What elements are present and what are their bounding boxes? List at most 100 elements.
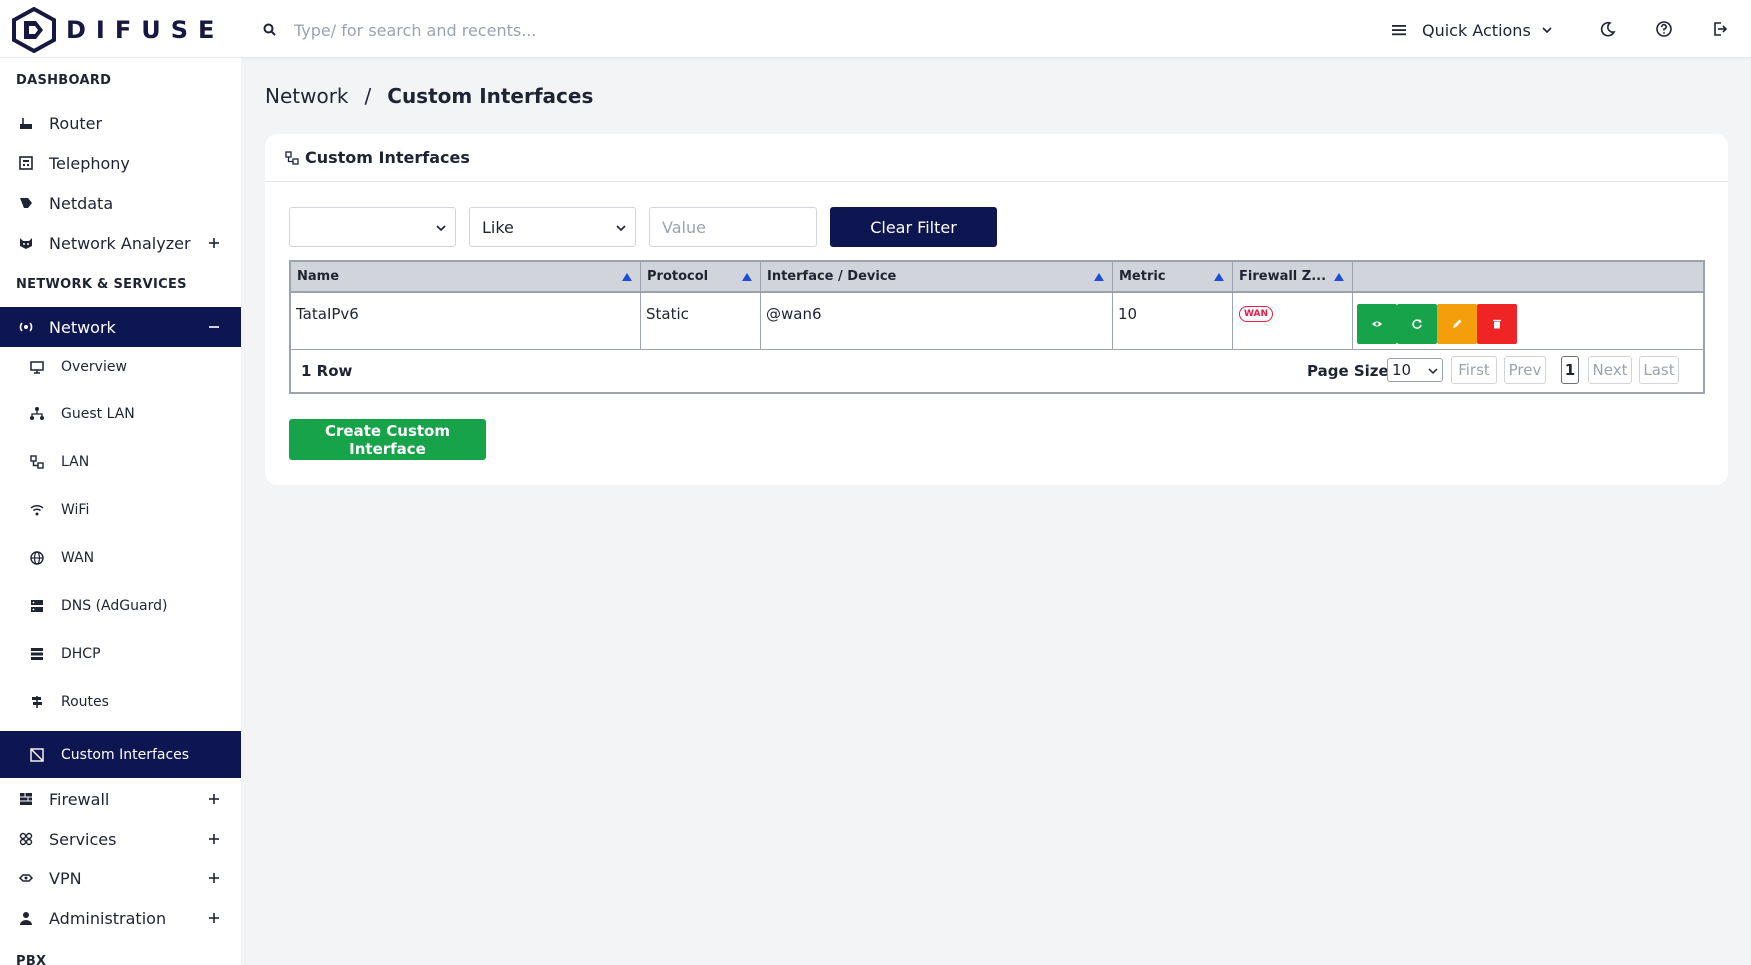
sidebar-item-network[interactable]: Network	[0, 307, 241, 347]
breadcrumb-parent[interactable]: Network	[265, 84, 349, 108]
sidebar-subitem-overview[interactable]: Overview	[0, 347, 241, 387]
page-size-label: Page Size	[1307, 362, 1389, 380]
sidebar-subitem-lan[interactable]: LAN	[0, 442, 241, 482]
current-page-button[interactable]: 1	[1561, 356, 1579, 384]
view-button[interactable]	[1357, 304, 1397, 344]
last-page-button[interactable]: Last	[1639, 356, 1679, 384]
first-page-button[interactable]: First	[1451, 356, 1497, 384]
cell-firewall-zone: WAN	[1233, 293, 1353, 350]
page-size-select[interactable]: 10	[1387, 358, 1443, 382]
sidebar-item-administration[interactable]: Administration	[0, 898, 241, 938]
sidebar-subitem-dhcp[interactable]: DHCP	[0, 634, 241, 674]
sort-asc-icon[interactable]	[622, 273, 632, 281]
section-pbx: PBX	[16, 954, 47, 965]
interfaces-table: Name Protocol Interface / Device Metric …	[289, 260, 1705, 394]
sidebar-subitem-label: WiFi	[61, 502, 90, 518]
sidebar-subitem-label: LAN	[61, 454, 90, 470]
quick-actions-button[interactable]: Quick Actions	[1390, 16, 1553, 44]
column-header-firewall-zone[interactable]: Firewall Z...	[1233, 262, 1353, 291]
lan-icon	[30, 455, 44, 469]
sidebar-subitem-label: WAN	[61, 550, 95, 566]
sort-asc-icon[interactable]	[1334, 273, 1344, 281]
sidebar-subitem-dns[interactable]: DNS (AdGuard)	[0, 586, 241, 626]
edit-button[interactable]	[1437, 304, 1477, 344]
filter-operator-select[interactable]: Like	[469, 207, 636, 247]
section-network-services: NETWORK & SERVICES	[16, 277, 187, 292]
sidebar-subitem-custom-interfaces[interactable]: Custom Interfaces	[0, 731, 241, 778]
prev-page-button[interactable]: Prev	[1504, 356, 1546, 384]
sidebar-item-network-analyzer[interactable]: Network Analyzer	[0, 223, 241, 263]
filter-operator-value: Like	[482, 217, 514, 237]
cell-actions	[1353, 293, 1703, 350]
cell-name: TataIPv6	[291, 293, 641, 350]
chevron-down-icon	[436, 225, 446, 232]
cell-interface: @wan6	[761, 293, 1113, 350]
search-icon	[263, 23, 276, 36]
sidebar-item-router[interactable]: Router	[0, 103, 241, 143]
column-header-name[interactable]: Name	[291, 262, 641, 291]
monitor-icon	[30, 361, 44, 374]
sidebar-item-services[interactable]: Services	[0, 819, 241, 859]
plus-icon[interactable]	[208, 237, 220, 249]
search-bar[interactable]	[262, 16, 594, 44]
minus-icon[interactable]	[208, 321, 220, 333]
sort-asc-icon[interactable]	[1094, 273, 1104, 281]
column-header-metric[interactable]: Metric	[1113, 262, 1233, 291]
chevron-down-icon	[616, 225, 626, 232]
logout-icon[interactable]	[1711, 20, 1729, 38]
plus-icon[interactable]	[208, 912, 220, 924]
sidebar-item-vpn[interactable]: VPN	[0, 858, 241, 898]
services-icon	[19, 832, 33, 846]
table-footer: 1 Row Page Size 10 First Prev 1 Next Las…	[291, 350, 1703, 392]
sidebar-subitem-label: DHCP	[61, 646, 101, 662]
custom-interfaces-card: Custom Interfaces Like Clear Filter Name…	[265, 134, 1728, 485]
menu-icon	[1392, 25, 1406, 36]
table-row: TataIPv6 Static @wan6 10 WAN	[291, 293, 1703, 350]
dns-icon	[31, 600, 43, 612]
sidebar-subitem-label: Routes	[61, 694, 109, 710]
custom-interfaces-icon	[30, 747, 44, 762]
trash-icon	[1493, 319, 1501, 329]
sort-asc-icon[interactable]	[742, 273, 752, 281]
plus-icon[interactable]	[208, 833, 220, 845]
column-header-interface[interactable]: Interface / Device	[761, 262, 1113, 291]
search-input[interactable]	[294, 20, 594, 40]
sidebar-subitem-wan[interactable]: WAN	[0, 538, 241, 578]
moon-icon[interactable]	[1599, 20, 1617, 38]
sidebar-item-label: VPN	[49, 868, 82, 888]
sidebar-item-telephony[interactable]: Telephony	[0, 143, 241, 183]
sidebar-subitem-guest-lan[interactable]: Guest LAN	[0, 394, 241, 434]
quick-actions-label: Quick Actions	[1422, 20, 1531, 40]
interfaces-icon	[285, 150, 299, 165]
restart-button[interactable]	[1397, 304, 1437, 344]
logo[interactable]: DIFUSE	[10, 7, 224, 53]
sidebar-item-netdata[interactable]: Netdata	[0, 183, 241, 223]
row-count: 1 Row	[301, 362, 353, 380]
logo-text: DIFUSE	[66, 16, 225, 44]
sidebar-subitem-routes[interactable]: Routes	[0, 682, 241, 722]
sidebar-subitem-label: Custom Interfaces	[61, 746, 190, 763]
page-size-value: 10	[1392, 361, 1412, 379]
sidebar-item-firewall[interactable]: Firewall	[0, 779, 241, 819]
create-custom-interface-button[interactable]: Create Custom Interface	[289, 419, 486, 460]
plus-icon[interactable]	[208, 793, 220, 805]
cell-metric: 10	[1113, 293, 1233, 350]
filter-field-select[interactable]	[289, 207, 456, 247]
vpn-icon	[18, 874, 34, 882]
column-header-protocol[interactable]: Protocol	[641, 262, 761, 291]
next-page-button[interactable]: Next	[1588, 356, 1632, 384]
sidebar-subitem-label: DNS (AdGuard)	[61, 598, 168, 614]
delete-button[interactable]	[1477, 304, 1517, 344]
clear-filter-button[interactable]: Clear Filter	[830, 207, 997, 247]
plus-icon[interactable]	[208, 872, 220, 884]
help-icon[interactable]	[1655, 20, 1673, 38]
filter-value-input[interactable]	[649, 207, 817, 247]
sidebar-item-label: Network Analyzer	[49, 233, 191, 253]
sidebar-item-label: Telephony	[49, 153, 130, 173]
sidebar-subitem-wifi[interactable]: WiFi	[0, 490, 241, 530]
section-dashboard: DASHBOARD	[16, 73, 112, 88]
router-icon	[20, 118, 32, 129]
sort-asc-icon[interactable]	[1214, 273, 1224, 281]
sidebar-item-label: Network	[49, 317, 116, 337]
sidebar-subitem-label: Guest LAN	[61, 406, 135, 422]
